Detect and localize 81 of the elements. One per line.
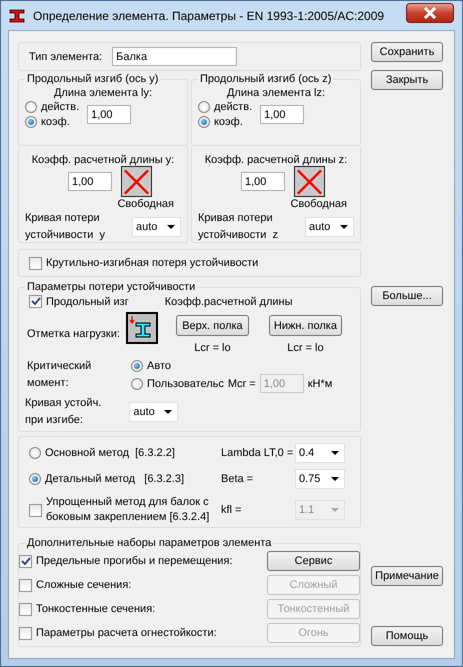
dialog-button[interactable]: Помощь (371, 626, 443, 646)
section-button[interactable]: Сервис (267, 551, 360, 571)
column-header: Коэфф.расчетной длины (164, 296, 293, 308)
checkbox[interactable] (29, 295, 42, 308)
radio-label[interactable]: действ. (41, 101, 80, 113)
dialog-button[interactable]: Закрыть (371, 70, 443, 90)
formula-label: Lcr = lo (194, 342, 231, 354)
radio-label[interactable]: Основной метод [6.3.2.2] (45, 446, 175, 460)
field-label: Кривая потери устойчивости y (25, 211, 106, 243)
input-field[interactable]: 1,00 (260, 105, 304, 124)
field-label: Mcr = (228, 378, 256, 390)
support-button[interactable] (294, 166, 325, 197)
dialog-button[interactable]: Больше... (371, 286, 443, 306)
checkbox-label[interactable]: Продольный изг (46, 296, 129, 308)
input-field[interactable]: 1,00 (87, 105, 132, 124)
field-label: Beta = (221, 473, 254, 485)
checkbox-label[interactable]: Предельные прогибы и перемещения: (36, 555, 232, 567)
radio-button[interactable] (25, 116, 37, 128)
caret-icon (164, 410, 172, 414)
beam-icon (9, 8, 27, 24)
radio-label[interactable]: Пользовательс (147, 378, 224, 390)
radio-label[interactable]: действ. (214, 101, 252, 113)
radio-label[interactable]: Авто (147, 360, 171, 372)
field-label: Длина элемента ly: (52, 87, 153, 99)
formula-label: Lcr = lo (287, 342, 324, 354)
radio-button[interactable] (131, 360, 143, 372)
field-label: Кривая устойч. при изгибе: (25, 396, 102, 428)
group-title: Дополнительные наборы параметров элемента (26, 537, 272, 549)
load-position-button[interactable] (126, 312, 158, 344)
radio-label[interactable]: Детальный метод [6.3.2.3] (45, 472, 184, 486)
field-label: Критический момент: (27, 358, 92, 390)
dialog-button[interactable]: Сохранить (371, 42, 443, 62)
dropdown[interactable]: 0.4 (295, 443, 345, 463)
support-button[interactable] (121, 166, 152, 197)
unit-label: кН*м (308, 378, 332, 390)
support-label: Свободная (116, 198, 175, 210)
radio-button[interactable] (198, 116, 210, 128)
flange-button[interactable]: Нижн. полка (268, 315, 342, 336)
radio-button[interactable] (29, 473, 41, 485)
input-field[interactable]: 1,00 (68, 172, 112, 191)
field-label: kfl = (221, 504, 242, 516)
group-title: Продольный изгиб (ось z) (199, 73, 332, 85)
radio-button[interactable] (131, 378, 143, 390)
caret-icon (331, 508, 339, 512)
field-label: Длина элемента lz: (226, 87, 326, 99)
caret-icon (331, 477, 339, 481)
field-label: Тип элемента: (29, 50, 102, 62)
close-icon (423, 6, 437, 18)
radio-button[interactable] (29, 447, 41, 459)
radio-button[interactable] (198, 101, 210, 113)
input-field[interactable]: 1,00 (241, 172, 285, 191)
checkbox[interactable] (29, 256, 42, 270)
dropdown[interactable]: 0.75 (295, 469, 345, 489)
dropdown[interactable]: auto (305, 217, 354, 237)
field-label: Отметка нагрузки: (27, 328, 120, 340)
field-label: Коэфф. расчетной длины z: (204, 154, 348, 166)
input-field[interactable]: Балка (112, 47, 238, 66)
check-icon (20, 556, 31, 566)
window-title: Определение элемента. Параметры - EN 1993-1:2005/AC:2009 (33, 8, 386, 22)
caret-icon (167, 225, 175, 229)
cross-icon (122, 166, 151, 196)
flange-button[interactable]: Верх. полка (176, 315, 249, 336)
cross-icon (295, 166, 324, 196)
radio-button[interactable] (25, 101, 37, 113)
close-button[interactable] (406, 2, 454, 22)
radio-label[interactable]: коэф. (214, 116, 243, 128)
support-label: Свободная (289, 198, 348, 210)
checkbox-label[interactable]: Крутильно-изгибная потеря устойчивости (46, 257, 258, 269)
caret-icon (331, 451, 339, 455)
caret-icon (340, 225, 348, 229)
group-title: Параметры потери устойчивости (26, 281, 196, 293)
field-label: Lambda LT,0 = (221, 447, 294, 459)
field-label: Коэфф. расчетной длины y: (30, 154, 176, 166)
group-title: Продольный изгиб (ось y) (26, 73, 160, 85)
field-label: Кривая потери устойчивости z (198, 211, 278, 243)
dropdown[interactable]: auto (132, 217, 181, 237)
checkbox[interactable] (19, 554, 32, 568)
dialog-button[interactable]: Примечание (371, 566, 443, 586)
check-icon (30, 296, 41, 307)
radio-label[interactable]: коэф. (41, 116, 70, 128)
dropdown[interactable]: auto (129, 402, 178, 422)
